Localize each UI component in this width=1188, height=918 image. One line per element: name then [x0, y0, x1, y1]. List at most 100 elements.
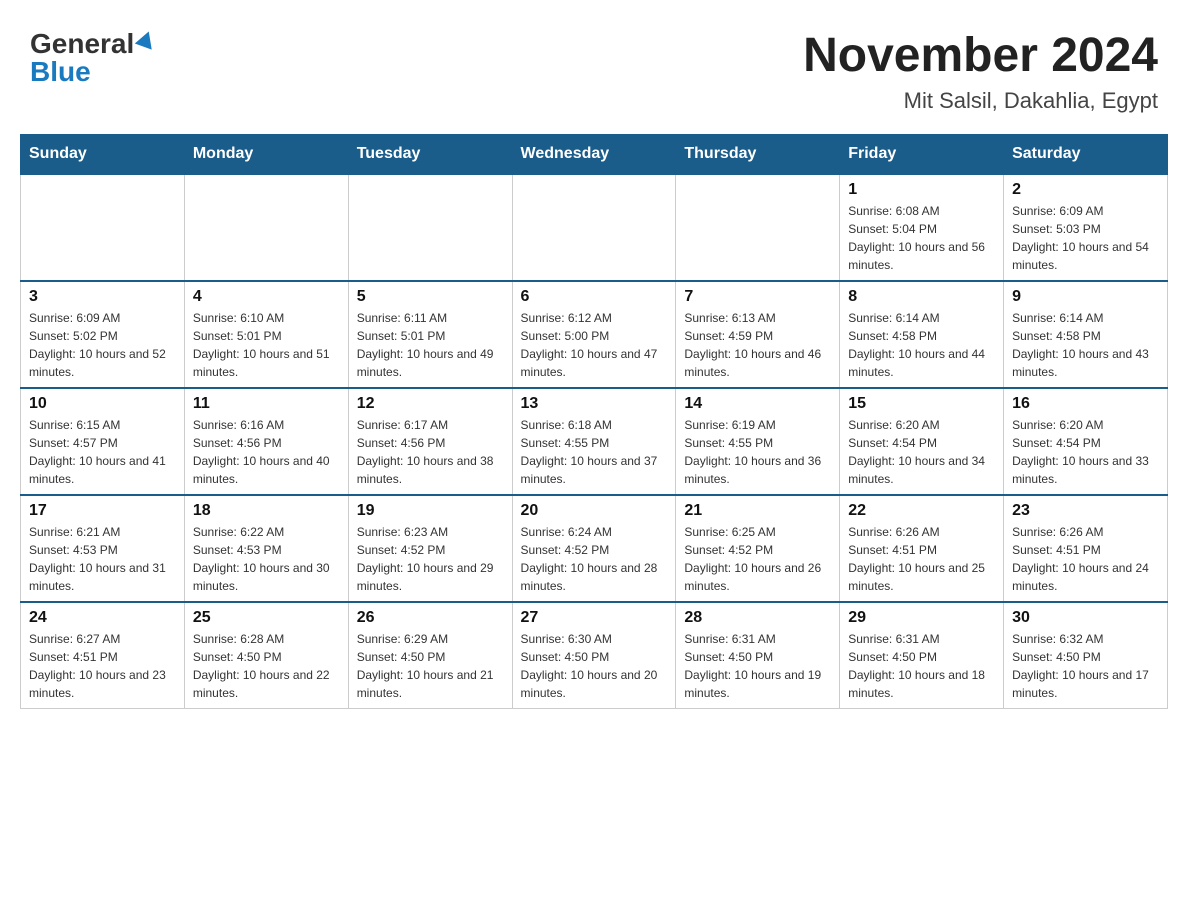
calendar-cell: 8 Sunrise: 6:14 AM Sunset: 4:58 PM Daylig… [840, 281, 1004, 388]
calendar-cell: 7 Sunrise: 6:13 AM Sunset: 4:59 PM Daylig… [676, 281, 840, 388]
day-info: Sunrise: 6:18 AM Sunset: 4:55 PM Dayligh… [521, 416, 668, 488]
calendar-cell: 27 Sunrise: 6:30 AM Sunset: 4:50 PM Dayli… [512, 602, 676, 709]
day-info: Sunrise: 6:12 AM Sunset: 5:00 PM Dayligh… [521, 309, 668, 381]
weekday-header-monday: Monday [184, 134, 348, 174]
calendar-cell: 15 Sunrise: 6:20 AM Sunset: 4:54 PM Dayli… [840, 388, 1004, 495]
day-info: Sunrise: 6:31 AM Sunset: 4:50 PM Dayligh… [848, 630, 995, 702]
day-info: Sunrise: 6:09 AM Sunset: 5:02 PM Dayligh… [29, 309, 176, 381]
logo: General Blue [30, 30, 155, 86]
day-number: 27 [521, 609, 668, 627]
calendar-cell: 18 Sunrise: 6:22 AM Sunset: 4:53 PM Dayli… [184, 495, 348, 602]
calendar-cell: 17Sunrise: 6:21 AM Sunset: 4:53 PM Dayli… [21, 495, 185, 602]
weekday-header-sunday: Sunday [21, 134, 185, 174]
day-info: Sunrise: 6:13 AM Sunset: 4:59 PM Dayligh… [684, 309, 831, 381]
day-number: 3 [29, 288, 176, 306]
calendar-cell [512, 174, 676, 281]
day-info: Sunrise: 6:27 AM Sunset: 4:51 PM Dayligh… [29, 630, 176, 702]
title-area: November 2024 Mit Salsil, Dakahlia, Egyp… [803, 30, 1158, 114]
day-info: Sunrise: 6:17 AM Sunset: 4:56 PM Dayligh… [357, 416, 504, 488]
day-number: 20 [521, 502, 668, 520]
calendar-cell: 5Sunrise: 6:11 AM Sunset: 5:01 PM Daylig… [348, 281, 512, 388]
day-number: 6 [521, 288, 668, 306]
calendar-cell: 29 Sunrise: 6:31 AM Sunset: 4:50 PM Dayli… [840, 602, 1004, 709]
day-number: 5 [357, 288, 504, 306]
day-number: 25 [193, 609, 340, 627]
calendar-cell: 10 Sunrise: 6:15 AM Sunset: 4:57 PM Dayli… [21, 388, 185, 495]
day-number: 24 [29, 609, 176, 627]
day-info: Sunrise: 6:28 AM Sunset: 4:50 PM Dayligh… [193, 630, 340, 702]
day-number: 7 [684, 288, 831, 306]
day-info: Sunrise: 6:29 AM Sunset: 4:50 PM Dayligh… [357, 630, 504, 702]
day-info: Sunrise: 6:21 AM Sunset: 4:53 PM Dayligh… [29, 523, 176, 595]
calendar-cell: 4 Sunrise: 6:10 AM Sunset: 5:01 PM Daylig… [184, 281, 348, 388]
calendar-cell: 20 Sunrise: 6:24 AM Sunset: 4:52 PM Dayli… [512, 495, 676, 602]
day-info: Sunrise: 6:16 AM Sunset: 4:56 PM Dayligh… [193, 416, 340, 488]
weekday-header-row: SundayMondayTuesdayWednesdayThursdayFrid… [21, 134, 1168, 174]
day-number: 22 [848, 502, 995, 520]
day-info: Sunrise: 6:14 AM Sunset: 4:58 PM Dayligh… [1012, 309, 1159, 381]
calendar-cell: 3 Sunrise: 6:09 AM Sunset: 5:02 PM Daylig… [21, 281, 185, 388]
calendar-cell: 11 Sunrise: 6:16 AM Sunset: 4:56 PM Dayli… [184, 388, 348, 495]
day-info: Sunrise: 6:25 AM Sunset: 4:52 PM Dayligh… [684, 523, 831, 595]
calendar-cell: 16Sunrise: 6:20 AM Sunset: 4:54 PM Dayli… [1004, 388, 1168, 495]
calendar-cell: 24 Sunrise: 6:27 AM Sunset: 4:51 PM Dayli… [21, 602, 185, 709]
calendar-cell: 14Sunrise: 6:19 AM Sunset: 4:55 PM Dayli… [676, 388, 840, 495]
day-info: Sunrise: 6:32 AM Sunset: 4:50 PM Dayligh… [1012, 630, 1159, 702]
day-info: Sunrise: 6:10 AM Sunset: 5:01 PM Dayligh… [193, 309, 340, 381]
day-number: 8 [848, 288, 995, 306]
day-info: Sunrise: 6:22 AM Sunset: 4:53 PM Dayligh… [193, 523, 340, 595]
calendar-cell: 12 Sunrise: 6:17 AM Sunset: 4:56 PM Dayli… [348, 388, 512, 495]
day-number: 23 [1012, 502, 1159, 520]
calendar-week-row: 17Sunrise: 6:21 AM Sunset: 4:53 PM Dayli… [21, 495, 1168, 602]
calendar-cell: 26 Sunrise: 6:29 AM Sunset: 4:50 PM Dayli… [348, 602, 512, 709]
page-header: General Blue November 2024 Mit Salsil, D… [20, 20, 1168, 114]
day-number: 19 [357, 502, 504, 520]
day-number: 9 [1012, 288, 1159, 306]
day-number: 2 [1012, 181, 1159, 199]
day-info: Sunrise: 6:15 AM Sunset: 4:57 PM Dayligh… [29, 416, 176, 488]
day-number: 26 [357, 609, 504, 627]
calendar-cell: 21Sunrise: 6:25 AM Sunset: 4:52 PM Dayli… [676, 495, 840, 602]
day-number: 14 [684, 395, 831, 413]
calendar-cell: 6 Sunrise: 6:12 AM Sunset: 5:00 PM Daylig… [512, 281, 676, 388]
weekday-header-friday: Friday [840, 134, 1004, 174]
day-info: Sunrise: 6:14 AM Sunset: 4:58 PM Dayligh… [848, 309, 995, 381]
calendar-cell: 1Sunrise: 6:08 AM Sunset: 5:04 PM Daylig… [840, 174, 1004, 281]
calendar-cell [21, 174, 185, 281]
day-number: 15 [848, 395, 995, 413]
day-number: 11 [193, 395, 340, 413]
day-info: Sunrise: 6:24 AM Sunset: 4:52 PM Dayligh… [521, 523, 668, 595]
day-info: Sunrise: 6:26 AM Sunset: 4:51 PM Dayligh… [1012, 523, 1159, 595]
calendar-cell [184, 174, 348, 281]
weekday-header-wednesday: Wednesday [512, 134, 676, 174]
day-info: Sunrise: 6:31 AM Sunset: 4:50 PM Dayligh… [684, 630, 831, 702]
logo-blue-text: Blue [30, 58, 91, 86]
calendar-week-row: 10 Sunrise: 6:15 AM Sunset: 4:57 PM Dayli… [21, 388, 1168, 495]
day-info: Sunrise: 6:20 AM Sunset: 4:54 PM Dayligh… [1012, 416, 1159, 488]
day-number: 18 [193, 502, 340, 520]
weekday-header-saturday: Saturday [1004, 134, 1168, 174]
location-text: Mit Salsil, Dakahlia, Egypt [803, 88, 1158, 114]
calendar-cell: 30 Sunrise: 6:32 AM Sunset: 4:50 PM Dayli… [1004, 602, 1168, 709]
calendar-cell: 28 Sunrise: 6:31 AM Sunset: 4:50 PM Dayli… [676, 602, 840, 709]
calendar-cell: 23 Sunrise: 6:26 AM Sunset: 4:51 PM Dayli… [1004, 495, 1168, 602]
calendar-week-row: 24 Sunrise: 6:27 AM Sunset: 4:51 PM Dayli… [21, 602, 1168, 709]
calendar-week-row: 1Sunrise: 6:08 AM Sunset: 5:04 PM Daylig… [21, 174, 1168, 281]
day-info: Sunrise: 6:20 AM Sunset: 4:54 PM Dayligh… [848, 416, 995, 488]
day-number: 30 [1012, 609, 1159, 627]
day-info: Sunrise: 6:30 AM Sunset: 4:50 PM Dayligh… [521, 630, 668, 702]
day-number: 12 [357, 395, 504, 413]
calendar-cell [676, 174, 840, 281]
weekday-header-tuesday: Tuesday [348, 134, 512, 174]
month-title: November 2024 [803, 30, 1158, 83]
day-number: 28 [684, 609, 831, 627]
day-number: 4 [193, 288, 340, 306]
calendar-cell: 19Sunrise: 6:23 AM Sunset: 4:52 PM Dayli… [348, 495, 512, 602]
calendar-cell: 25 Sunrise: 6:28 AM Sunset: 4:50 PM Dayli… [184, 602, 348, 709]
calendar-cell [348, 174, 512, 281]
day-number: 29 [848, 609, 995, 627]
day-info: Sunrise: 6:08 AM Sunset: 5:04 PM Dayligh… [848, 202, 995, 274]
calendar-cell: 2Sunrise: 6:09 AM Sunset: 5:03 PM Daylig… [1004, 174, 1168, 281]
calendar-week-row: 3 Sunrise: 6:09 AM Sunset: 5:02 PM Daylig… [21, 281, 1168, 388]
day-number: 10 [29, 395, 176, 413]
